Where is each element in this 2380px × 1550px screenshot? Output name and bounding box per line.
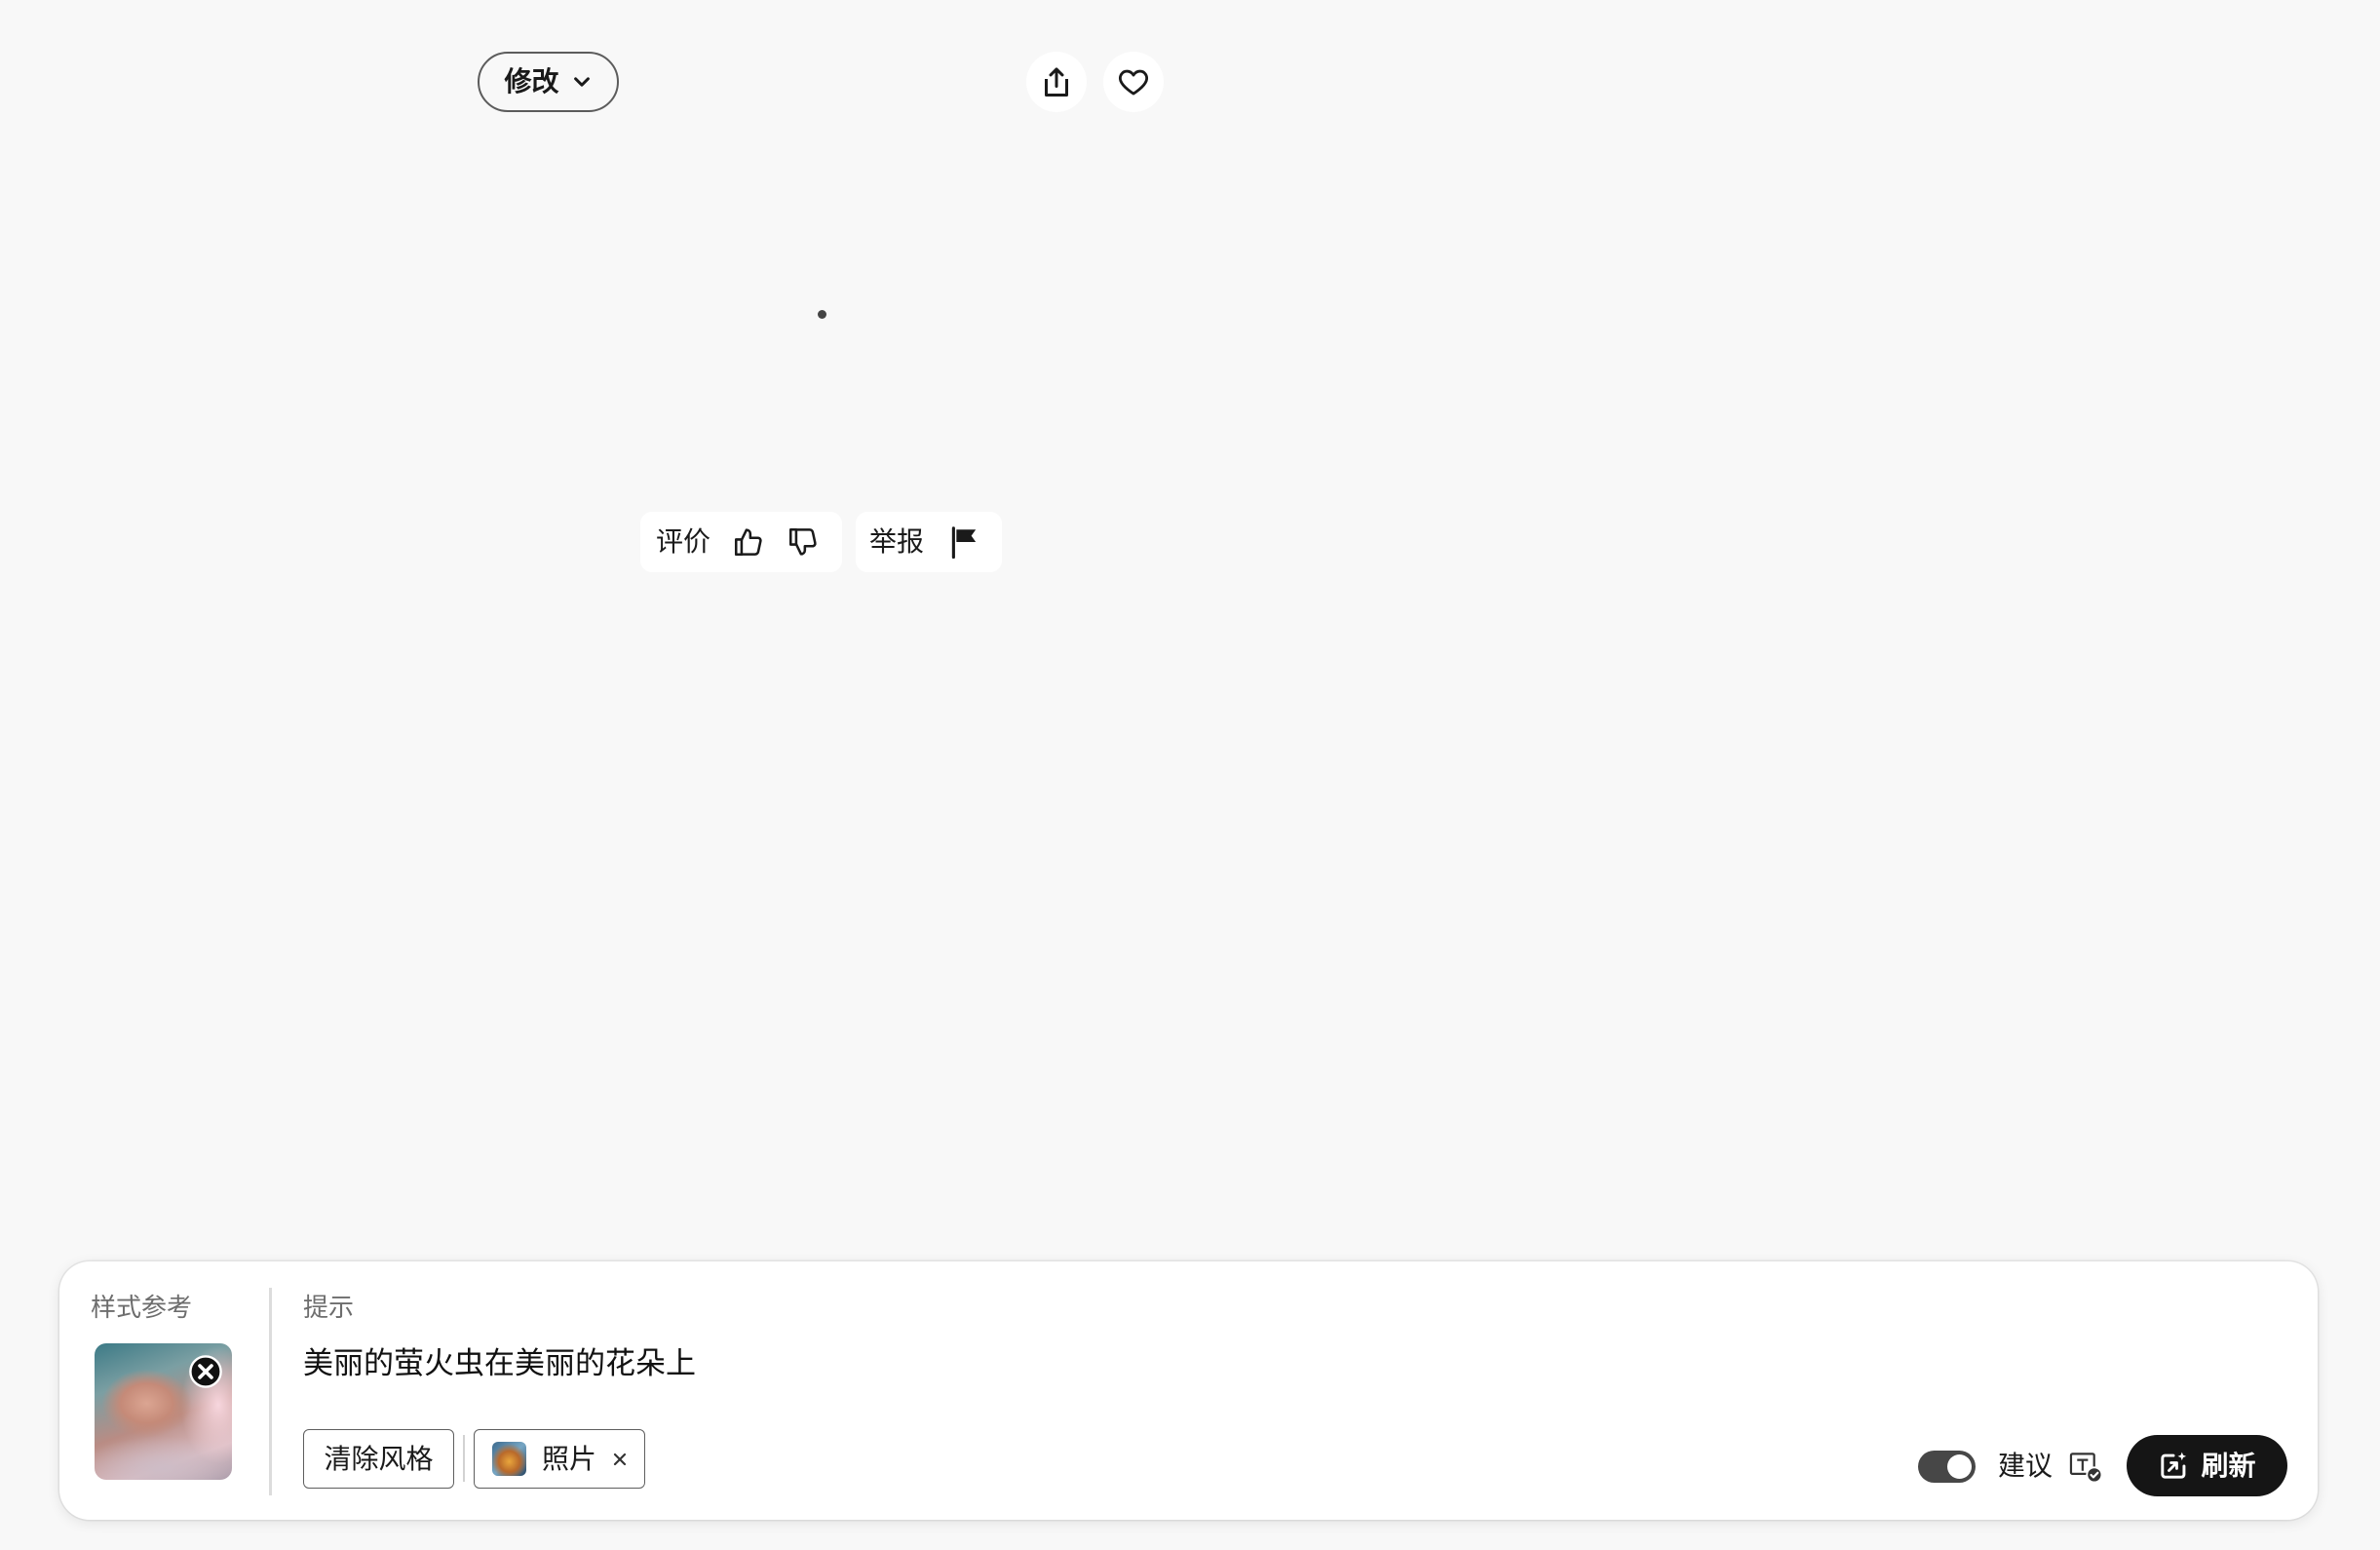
remove-reference-button[interactable] [188,1354,223,1389]
report-button[interactable]: 举报 [856,512,1002,572]
refresh-button[interactable]: 刷新 [2127,1435,2287,1496]
section-divider [269,1288,272,1495]
prompt-input[interactable]: 美丽的萤火虫在美丽的花朵上 [303,1345,696,1382]
close-icon [610,1450,630,1469]
close-icon [188,1354,223,1389]
share-icon [1039,64,1074,99]
style-chip-thumbnail [492,1442,526,1476]
favorite-button[interactable] [1103,52,1164,112]
thumbs-down-button[interactable] [784,523,823,562]
rate-label: 评价 [656,526,711,557]
chevron-down-icon [571,71,593,93]
suggestions-label: 建议 [1998,1451,2054,1481]
style-chip-label: 照片 [542,1443,597,1474]
prompt-label: 提示 [303,1293,355,1322]
generate-icon [2158,1451,2189,1482]
refresh-label: 刷新 [2201,1450,2256,1481]
thumbs-up-icon [732,525,765,559]
suggestion-settings-button[interactable] [2067,1448,2104,1485]
style-reference-image [95,1343,232,1480]
prompt-composer-panel: 样式参考 提示 美丽的萤火虫在美丽的花朵上 清除风格 照片 建议 刷新 [59,1261,2318,1520]
thumbs-down-icon [787,525,820,559]
heart-icon [1117,65,1150,98]
modify-label: 修改 [504,66,559,97]
remove-style-button[interactable] [607,1447,633,1472]
clear-style-button[interactable]: 清除风格 [303,1429,454,1489]
suggestions-toggle[interactable] [1918,1451,1976,1483]
flag-icon [944,523,983,562]
chip-divider [463,1435,465,1482]
style-reference-label: 样式参考 [91,1293,193,1322]
style-chip-photo[interactable]: 照片 [474,1429,645,1489]
report-label: 举报 [869,526,925,557]
loading-indicator [818,310,826,319]
text-check-icon [2067,1448,2104,1485]
modify-dropdown-button[interactable]: 修改 [478,52,619,112]
rating-pill: 评价 [640,512,842,572]
toggle-knob [1947,1454,1972,1479]
thumbs-up-button[interactable] [729,523,768,562]
share-button[interactable] [1026,52,1087,112]
